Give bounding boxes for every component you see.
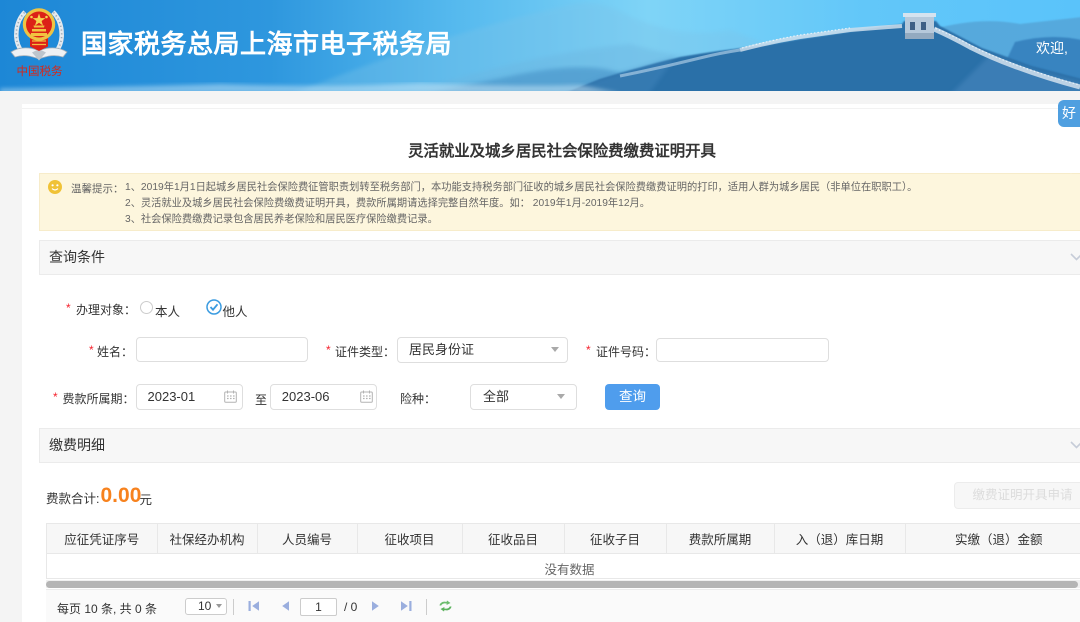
svg-text:中国税务: 中国税务 xyxy=(17,64,64,78)
